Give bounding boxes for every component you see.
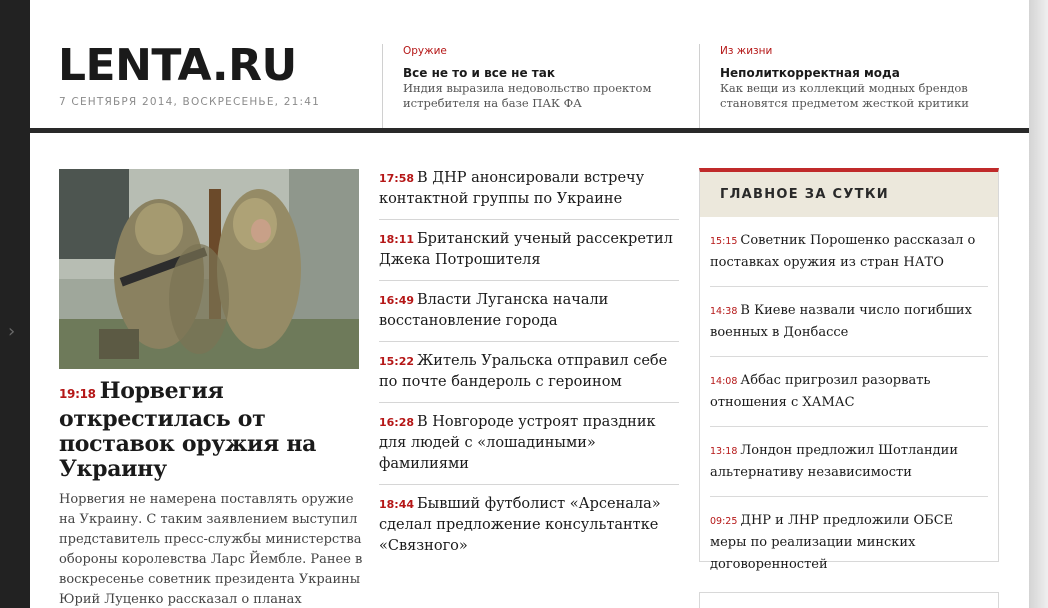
news-title[interactable]: Бывший футболист «Арсенала» сделал предл… [379,496,661,554]
secondary-box [699,592,999,608]
news-item[interactable]: 16:28 В Новгороде устроят праздник для лю… [379,403,679,485]
site-logo[interactable]: LENTA.RU [58,41,297,91]
top-day-heading: ГЛАВНОЕ ЗА СУТКИ [700,172,998,217]
main-news-lead: Норвегия не намерена поставлять оружие н… [59,492,363,607]
top-day-item[interactable]: 09:25 ДНР и ЛНР предложили ОБСЕ меры по р… [710,497,988,588]
news-time: 17:58 [379,172,415,185]
header-topic: Из жизни Неполиткорректная мода Как вещи… [699,44,999,128]
news-time: 16:28 [379,416,415,429]
news-item[interactable]: 16:49 Власти Луганска начали восстановлен… [379,281,679,342]
current-date: 7 СЕНТЯБРЯ 2014, ВОСКРЕСЕНЬЕ, 21:41 [59,96,321,108]
soldiers-photo-illustration [59,169,359,369]
top-day-item[interactable]: 15:15 Советник Порошенко рассказал о пост… [710,217,988,287]
news-time: 18:44 [379,498,415,511]
top-day-time: 14:08 [710,376,738,387]
top-day-box: ГЛАВНОЕ ЗА СУТКИ 15:15 Советник Порошенко… [699,168,999,572]
page-edge [1029,0,1048,608]
topic-title-link[interactable]: Неполиткорректная мода [720,65,999,81]
news-title[interactable]: В ДНР анонсировали встречу контактной гр… [379,170,644,207]
top-day-title[interactable]: Лондон предложил Шотландии альтернативу … [710,443,958,480]
news-title[interactable]: Британский ученый рассекретил Джека Потр… [379,231,673,268]
topic-rubric-link[interactable]: Оружие [403,44,699,58]
top-day-title[interactable]: В Киеве назвали число погибших военных в… [710,303,972,340]
news-item[interactable]: 18:44 Бывший футболист «Арсенала» сделал … [379,485,679,566]
news-item[interactable]: 15:22 Житель Уральска отправил себе по по… [379,342,679,403]
top-day-title[interactable]: ДНР и ЛНР предложили ОБСЕ меры по реализ… [710,513,953,572]
news-time: 16:49 [379,294,415,307]
top-day-time: 15:15 [710,236,738,247]
main-news-photo[interactable] [59,169,359,369]
news-list: 17:58 В ДНР анонсировали встречу контактн… [379,159,679,566]
top-day-time: 09:25 [710,516,738,527]
news-title[interactable]: В Новгороде устроят праздник для людей с… [379,414,656,472]
page: LENTA.RU 7 СЕНТЯБРЯ 2014, ВОСКРЕСЕНЬЕ, 2… [30,0,1029,608]
topic-title-link[interactable]: Все не то и все не так [403,65,699,81]
main-news-headline[interactable]: Норвегия открестилась от поставок оружия… [59,378,316,482]
top-day-item[interactable]: 13:18 Лондон предложил Шотландии альтерна… [710,427,988,497]
chevron-right-icon[interactable]: › [8,320,15,344]
news-item[interactable]: 18:11 Британский ученый рассекретил Джека… [379,220,679,281]
top-day-list: 15:15 Советник Порошенко рассказал о пост… [700,217,998,588]
main-news-time: 19:18 [59,387,96,401]
top-day-time: 13:18 [710,446,738,457]
news-time: 15:22 [379,355,415,368]
topic-rubric-link[interactable]: Из жизни [720,44,999,58]
topic-description: Как вещи из коллекций модных брендов ста… [720,81,969,110]
news-title[interactable]: Житель Уральска отправил себе по почте б… [379,353,667,390]
news-item[interactable]: 17:58 В ДНР анонсировали встречу контактн… [379,159,679,220]
header-topic: Оружие Все не то и все не так Индия выра… [382,44,699,128]
main-news-title[interactable]: 19:18 Норвегия открестилась от поставок о… [59,379,359,482]
topic-description: Индия выразила недовольство проектом ист… [403,81,652,110]
side-panel[interactable]: › [0,0,30,608]
top-day-item[interactable]: 14:38 В Киеве назвали число погибших воен… [710,287,988,357]
news-time: 18:11 [379,233,415,246]
site-header: LENTA.RU 7 СЕНТЯБРЯ 2014, ВОСКРЕСЕНЬЕ, 2… [30,0,1029,133]
top-day-time: 14:38 [710,306,738,317]
top-day-title[interactable]: Аббас пригрозил разорвать отношения с ХА… [710,373,930,410]
top-day-title[interactable]: Советник Порошенко рассказал о поставках… [710,233,975,270]
top-day-item[interactable]: 14:08 Аббас пригрозил разорвать отношения… [710,357,988,427]
